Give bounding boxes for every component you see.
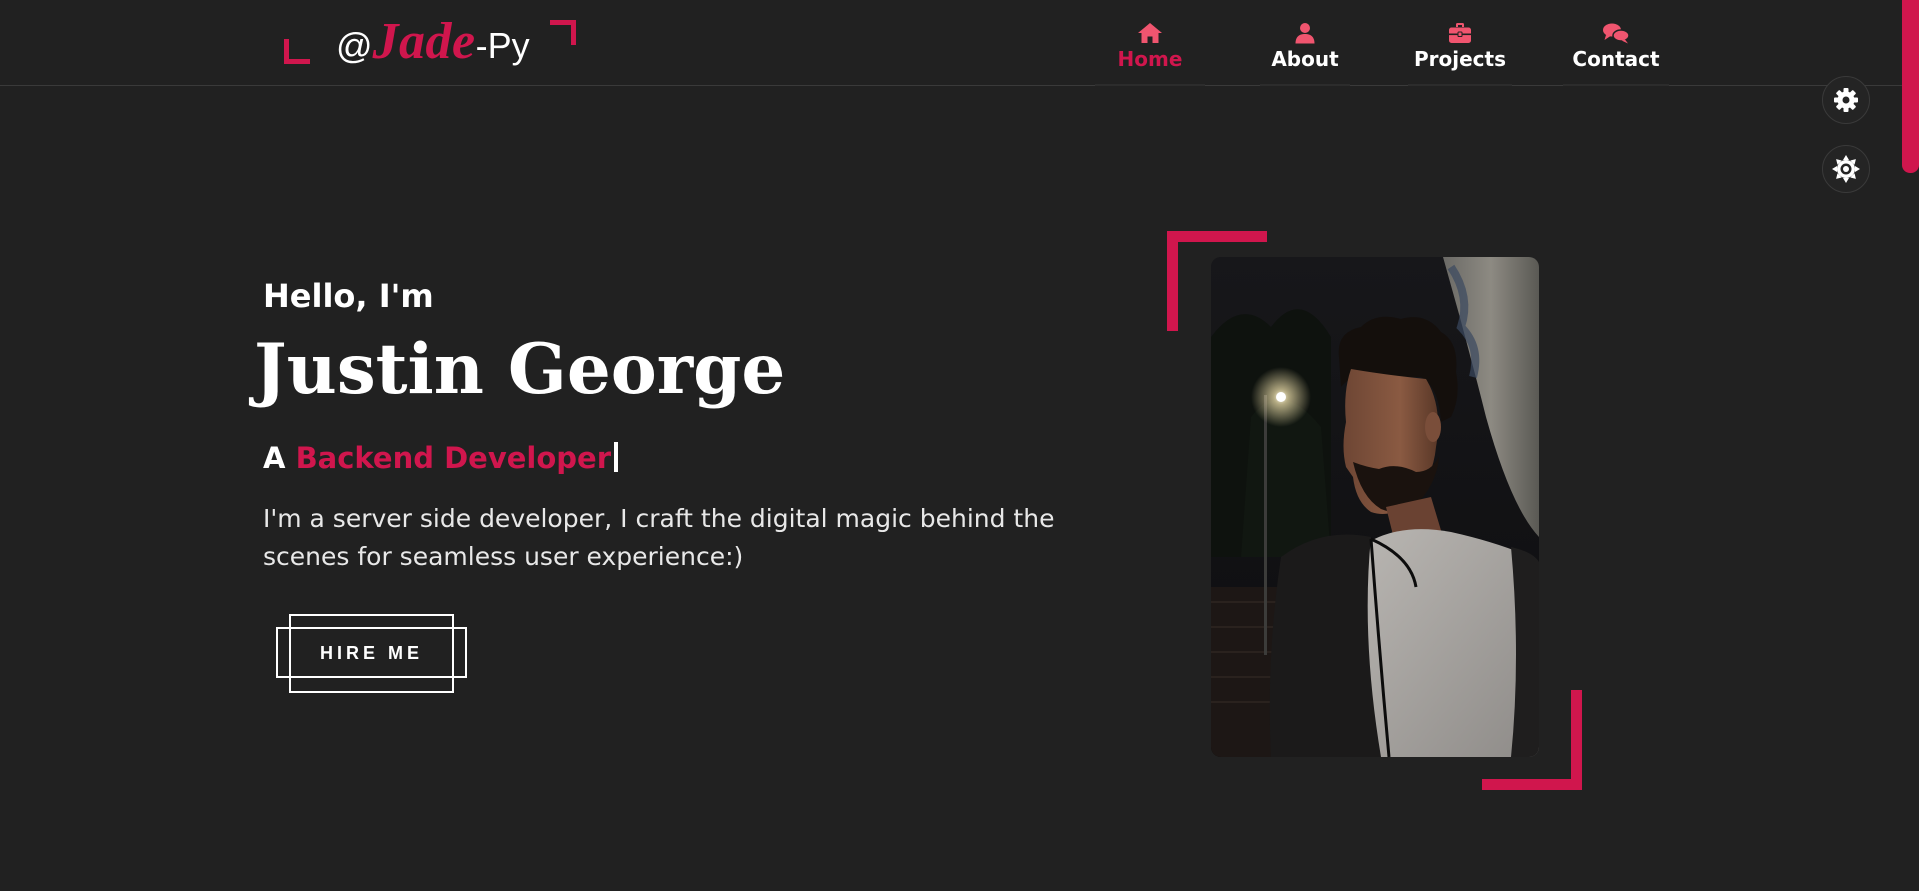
home-icon [1138,23,1162,43]
user-icon [1295,23,1315,44]
nav-label-projects: Projects [1413,47,1506,71]
role-prefix: A [263,441,286,475]
scrollbar-thumb[interactable] [1902,0,1919,173]
logo-suffix: -Py [475,25,530,66]
logo-prefix: @ [336,25,373,66]
hire-me-button[interactable]: HIRE ME [276,614,467,693]
typing-cursor [614,442,619,472]
nav-label-contact: Contact [1572,47,1660,71]
nav-item-contact[interactable]: Contact [1563,22,1669,86]
nav-item-about[interactable]: About [1260,22,1350,86]
hero-name: Justin George [254,329,786,410]
nav-item-projects[interactable]: Projects [1408,22,1512,86]
theme-toggle-icon [1832,155,1860,183]
logo-bracket-bottom-left [284,39,310,64]
nav-item-home[interactable]: Home [1095,22,1205,86]
theme-toggle-button[interactable] [1822,145,1870,193]
profile-photo [1211,257,1539,757]
chat-bubbles-icon [1603,23,1630,44]
briefcase-icon [1449,23,1471,43]
hero-role: A Backend Developer [263,436,619,480]
site-logo[interactable]: @Jade-Py [284,16,576,68]
logo-text: @Jade-Py [336,16,530,70]
nav-label-home: Home [1117,47,1183,71]
site-header: @Jade-Py Home About Projects Contact [0,0,1919,86]
hire-me-label: HIRE ME [319,643,423,663]
logo-bracket-top-right [550,20,576,45]
nav-label-about: About [1271,47,1339,71]
hero-greeting: Hello, I'm [263,277,434,315]
logo-brand: Jade [372,13,476,70]
hero-description: I'm a server side developer, I craft the… [263,504,1055,571]
settings-button[interactable] [1822,76,1870,124]
gear-icon [1834,88,1858,112]
role-typed-text: Backend Developer [295,441,612,475]
